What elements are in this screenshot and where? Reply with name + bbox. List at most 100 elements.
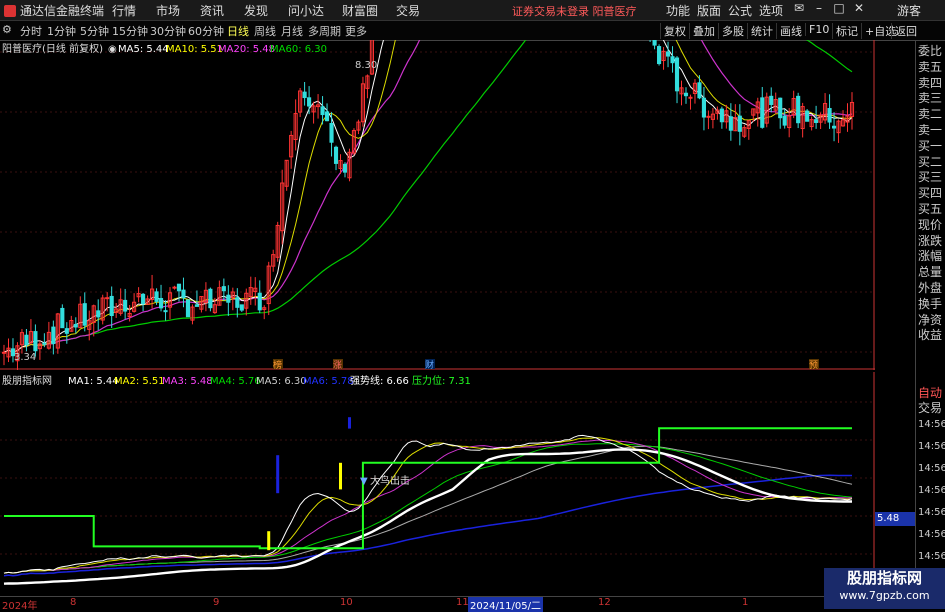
settings-icon[interactable]: ⚙ xyxy=(2,23,12,36)
candle xyxy=(809,116,814,131)
candle xyxy=(248,276,253,305)
candle xyxy=(266,261,271,316)
toolbar-f10[interactable]: F10 xyxy=(805,23,832,36)
candle xyxy=(221,278,226,301)
big-bird-signal: 大鸟出击 xyxy=(370,474,410,487)
candle xyxy=(715,106,720,120)
sub-legend-ma4: MA4: 5.76 xyxy=(210,376,261,387)
app-title-text: 通达信金融终端 xyxy=(20,4,105,18)
candle xyxy=(28,319,33,345)
menu-news[interactable]: 资讯 xyxy=(200,2,224,19)
trade-toggle[interactable]: 交易 xyxy=(918,401,942,415)
quote-field-label: 买二 xyxy=(918,154,943,169)
guest-label[interactable]: 游客 xyxy=(897,2,921,19)
toolbar-overlay[interactable]: 叠加 xyxy=(689,23,718,39)
menu-ask[interactable]: 问小达 xyxy=(288,2,324,19)
menu-market[interactable]: 市场 xyxy=(156,2,180,19)
period-monthly[interactable]: 月线 xyxy=(281,23,303,39)
event-marker-zhang-label: 涨 xyxy=(333,360,342,370)
candle xyxy=(710,108,715,129)
candle xyxy=(661,47,666,70)
candle xyxy=(271,249,276,272)
main-kline-chart[interactable]: 8.007.507.006.506.005.505.004.504.003.50… xyxy=(0,40,875,370)
toolbar-mark[interactable]: 标记 xyxy=(832,23,861,39)
period-daily[interactable]: 日线 xyxy=(227,23,249,39)
sub-ma2-line xyxy=(3,437,853,574)
menu-quotes[interactable]: 行情 xyxy=(112,2,136,19)
candle xyxy=(674,56,680,104)
toolbar-adjust[interactable]: 复权 xyxy=(660,23,689,39)
legend-ma10: MA10: 5.51 xyxy=(166,44,223,55)
candle xyxy=(670,46,675,73)
candle xyxy=(351,128,357,156)
candle xyxy=(324,103,330,122)
period-weekly[interactable]: 周线 xyxy=(254,23,276,39)
candle xyxy=(37,340,42,360)
period-1min[interactable]: 1分钟 xyxy=(47,23,76,39)
quote-field-label: 净资 xyxy=(918,312,943,327)
candle xyxy=(665,41,671,68)
candle xyxy=(697,75,702,100)
legend-ma20: MA20: 5.48 xyxy=(218,44,275,55)
auto-toggle[interactable]: 自动 xyxy=(918,386,942,400)
mail-icon[interactable]: ✉ xyxy=(790,1,808,17)
candle xyxy=(181,277,186,308)
candle xyxy=(60,304,65,329)
candle xyxy=(800,102,805,138)
menu-function[interactable]: 功能 xyxy=(666,2,690,19)
period-15min[interactable]: 15分钟 xyxy=(112,23,148,39)
candle xyxy=(172,285,177,290)
event-marker-bang-label: 榜 xyxy=(273,359,282,370)
candle xyxy=(190,304,195,325)
date-label-jan: 1 xyxy=(742,597,749,608)
quote-field-label: 涨幅 xyxy=(918,249,943,264)
candle xyxy=(849,92,855,130)
period-5min[interactable]: 5分钟 xyxy=(80,23,109,39)
candle xyxy=(333,145,339,171)
menu-trade[interactable]: 交易 xyxy=(396,2,420,19)
low-price-label: 3.34 xyxy=(14,352,36,363)
date-label-2024: 2024年 xyxy=(2,601,38,612)
candle xyxy=(239,304,244,312)
period-30min[interactable]: 30分钟 xyxy=(150,23,186,39)
right-quote-panel: 委比 卖五 卖四 卖三 卖二 卖一 买一 买二 买三 买四 买五 现价 涨跌 涨幅 总量 外盘 换手 净资 收益 xyxy=(915,40,945,410)
candle xyxy=(96,299,101,331)
candle xyxy=(289,130,294,169)
menu-formula[interactable]: 公式 xyxy=(728,2,752,19)
candle xyxy=(692,79,698,104)
ma5-line xyxy=(3,40,853,353)
period-multi[interactable]: 多周期 xyxy=(308,23,341,39)
ma6-line xyxy=(3,474,852,577)
sub-ma3-line xyxy=(3,439,853,574)
login-warning: 证券交易未登录 阳普医疗 xyxy=(512,5,637,18)
candle xyxy=(657,44,662,66)
candle xyxy=(742,125,747,139)
period-more[interactable]: 更多 xyxy=(345,23,367,39)
candle xyxy=(293,99,298,151)
menu-discover[interactable]: 发现 xyxy=(244,2,268,19)
indicator-chart[interactable]: 8.007.006.005.004.00 ▼ 大鸟出击 股朋指标网 MA1: 5… xyxy=(0,372,875,594)
trade-time: 14:56 xyxy=(918,485,945,496)
menu-layout[interactable]: 版面 xyxy=(697,2,721,19)
candle xyxy=(82,292,87,332)
toolbar-stats[interactable]: 统计 xyxy=(747,23,776,39)
candle xyxy=(764,92,769,128)
candle xyxy=(19,328,25,354)
sub-legend-ma1: MA1: 5.44 xyxy=(68,376,119,387)
app-title: 通达信金融终端 xyxy=(4,2,104,19)
close-icon[interactable]: ✕ xyxy=(850,1,868,17)
candle xyxy=(55,312,60,354)
menu-options[interactable]: 选项 xyxy=(759,2,783,19)
period-60min[interactable]: 60分钟 xyxy=(188,23,224,39)
toolbar-draw[interactable]: 画线 xyxy=(776,23,805,39)
period-timeshare[interactable]: 分时 xyxy=(20,23,42,39)
quote-field-label: 买三 xyxy=(918,170,943,185)
date-label-sep: 9 xyxy=(213,597,220,608)
toolbar-back[interactable]: 返回 xyxy=(891,23,920,39)
eye-icon[interactable]: ◉ xyxy=(108,44,117,55)
watermark-url: www.7gpzb.com xyxy=(839,589,930,602)
menu-wealth[interactable]: 财富圈 xyxy=(342,2,378,19)
maximize-icon[interactable]: □ xyxy=(830,1,848,17)
minimize-icon[interactable]: – xyxy=(810,1,828,17)
toolbar-multi-stock[interactable]: 多股 xyxy=(718,23,747,39)
